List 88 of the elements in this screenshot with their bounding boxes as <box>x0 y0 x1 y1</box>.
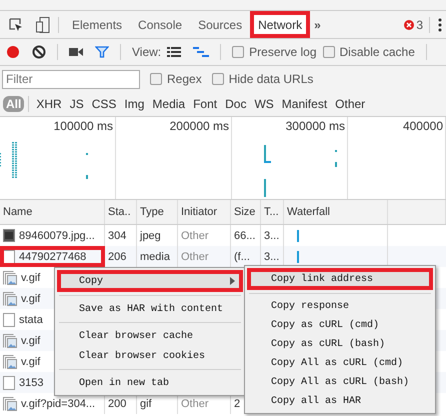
more-tabs-button[interactable]: » <box>310 18 325 32</box>
table-cell: jpeg <box>140 230 161 242</box>
list-view-icon[interactable] <box>167 47 182 57</box>
request-name[interactable]: 3153 <box>19 376 44 388</box>
submenu-arrow-icon <box>230 277 235 285</box>
menu-item[interactable]: Copy as cURL (cmd) <box>247 316 433 335</box>
menu-item[interactable]: Copy link address <box>247 268 433 290</box>
request-name[interactable]: v.gif <box>21 356 40 368</box>
option-checkbox[interactable]: Hide data URLs <box>212 72 314 86</box>
column-header[interactable]: Type <box>140 206 164 218</box>
image-file-icon <box>3 270 17 284</box>
menu-item[interactable]: Copy all as HAR <box>247 392 433 411</box>
table-cell: 3... <box>264 250 280 262</box>
panel-tab[interactable]: Network <box>250 11 310 38</box>
request-name[interactable]: v.gif?pid=304... <box>21 398 96 410</box>
time-tick-label: 400000 <box>402 119 443 133</box>
error-icon <box>404 20 414 30</box>
file-icon <box>3 312 15 326</box>
error-count[interactable]: 3 <box>416 18 423 32</box>
table-cell: 304 <box>108 230 126 242</box>
panel-tab[interactable]: Sources <box>190 11 250 38</box>
column-header[interactable]: T... <box>264 206 279 218</box>
table-cell: 3... <box>264 230 280 242</box>
type-filter[interactable]: XHR <box>33 96 65 112</box>
request-name[interactable]: 44790277468 <box>19 250 86 262</box>
table-cell: 2 <box>234 398 240 410</box>
image-file-icon <box>3 354 17 368</box>
menu-item[interactable]: Copy response <box>247 297 433 316</box>
type-filter[interactable]: JS <box>66 96 87 112</box>
table-cell: media <box>140 250 170 262</box>
time-tick-label: 200000 ms <box>170 119 229 133</box>
menu-item[interactable]: Clear browser cookies <box>57 346 243 366</box>
table-cell: 200 <box>108 398 126 410</box>
image-file-icon <box>3 292 17 306</box>
request-name[interactable]: 89460079.jpg... <box>19 230 95 242</box>
image-file-icon <box>3 229 15 242</box>
type-filter[interactable]: WS <box>251 96 277 112</box>
inspect-icon[interactable] <box>9 18 23 32</box>
filter-field[interactable]: Filter <box>2 70 140 88</box>
menu-item[interactable]: Clear browser cache <box>57 326 243 346</box>
column-header[interactable]: Sta.. <box>108 206 131 218</box>
record-icon[interactable] <box>6 45 20 59</box>
table-cell: Other <box>181 398 209 410</box>
waterfall-view-icon[interactable] <box>193 47 210 57</box>
type-filter[interactable]: CSS <box>88 96 120 112</box>
menu-item[interactable]: Copy All as cURL (bash) <box>247 373 433 392</box>
column-header[interactable]: Name <box>3 206 32 218</box>
type-filter[interactable]: Media <box>149 96 188 112</box>
request-name[interactable]: stata <box>19 314 43 326</box>
time-tick-label: 300000 ms <box>286 119 345 133</box>
request-name[interactable]: v.gif <box>21 292 40 304</box>
filter-icon[interactable] <box>95 46 109 58</box>
table-cell: 206 <box>108 250 126 262</box>
type-filter[interactable]: Img <box>121 96 148 112</box>
menu-item[interactable]: Open in new tab <box>57 373 243 393</box>
table-cell: (f... <box>234 250 250 262</box>
type-filter[interactable]: Font <box>190 96 220 112</box>
menu-item[interactable]: Copy as cURL (bash) <box>247 335 433 354</box>
menu-item[interactable]: Copy <box>57 270 243 292</box>
table-cell: Other <box>181 230 209 242</box>
menu-item[interactable]: Save as HAR with content <box>57 299 243 319</box>
request-name[interactable]: v.gif <box>21 272 40 284</box>
menu-item[interactable]: Copy All as cURL (cmd) <box>247 354 433 373</box>
device-icon[interactable] <box>36 16 50 32</box>
video-camera-icon[interactable] <box>69 47 83 57</box>
column-header[interactable]: Waterfall <box>287 206 330 218</box>
file-icon <box>3 376 15 390</box>
table-cell: Other <box>181 250 209 262</box>
column-header[interactable]: Size <box>234 206 256 218</box>
request-name[interactable]: v.gif <box>21 334 40 346</box>
panel-tab[interactable]: Elements <box>64 11 130 38</box>
option-checkbox[interactable]: Disable cache <box>322 45 415 59</box>
time-tick-label: 100000 ms <box>54 119 113 133</box>
file-icon <box>3 250 15 264</box>
image-file-icon <box>3 334 17 348</box>
table-cell: 66... <box>234 230 256 242</box>
type-filter[interactable]: Doc <box>222 96 250 112</box>
option-checkbox[interactable]: Preserve log <box>232 45 317 59</box>
column-header[interactable]: Initiator <box>181 206 218 218</box>
table-cell: gif <box>140 398 152 410</box>
panel-tab[interactable]: Console <box>130 11 190 38</box>
type-filter[interactable]: Manifest <box>278 96 330 112</box>
type-filter[interactable]: Other <box>332 96 368 112</box>
menu-icon[interactable] <box>438 18 442 32</box>
clear-icon[interactable] <box>32 45 46 59</box>
image-file-icon <box>3 396 17 410</box>
view-label: View: <box>132 45 162 59</box>
option-checkbox[interactable]: Regex <box>150 72 202 86</box>
